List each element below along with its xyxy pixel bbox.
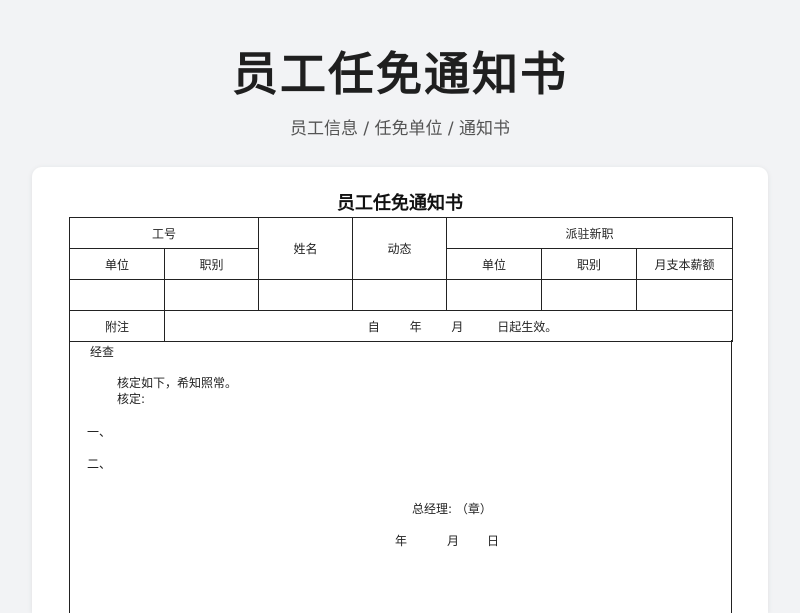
body-manager-seal: 总经理: （章） <box>412 502 492 516</box>
cell-salary[interactable] <box>636 279 734 311</box>
body-item2: 二、 <box>87 457 112 471</box>
document-title: 员工任免通知书 <box>337 193 463 214</box>
header-status: 动态 <box>352 217 448 280</box>
header-monthly-salary: 月支本薪额 <box>636 248 734 280</box>
header-employee-id: 工号 <box>68 217 260 249</box>
header-new-unit: 单位 <box>446 248 543 280</box>
cell-unit[interactable] <box>69 279 165 311</box>
body-line1: 核定如下，希知照常。 <box>117 376 238 390</box>
remark-label: 附注 <box>69 310 165 342</box>
header-name: 姓名 <box>258 217 354 280</box>
remark-from: 自 <box>367 319 380 334</box>
document-card: 员工任免通知书 工号 姓名 动态 派驻新职 单位 职别 单位 职别 月支本薪额 <box>32 167 768 613</box>
cell-status[interactable] <box>352 279 448 311</box>
cell-rank[interactable] <box>163 279 260 311</box>
body-date-day: 日 <box>487 534 500 548</box>
notice-body: 经查 核定如下，希知照常。 核定: 一、 二、 总经理: （章） 年 月 日 <box>69 340 732 613</box>
body-line2: 核定: <box>117 392 146 406</box>
header-unit: 单位 <box>69 248 165 280</box>
remark-year: 年 <box>409 319 422 334</box>
body-date-month: 月 <box>447 534 460 548</box>
cell-name[interactable] <box>258 279 354 311</box>
cell-new-rank[interactable] <box>541 279 638 311</box>
remark-month: 月 <box>451 319 464 334</box>
cell-new-unit[interactable] <box>446 279 543 311</box>
appointment-form-table: 工号 姓名 动态 派驻新职 单位 职别 单位 职别 月支本薪额 附注 自 年 月… <box>68 217 734 342</box>
remark-effective-date: 自 年 月 日起生效。 <box>163 310 734 342</box>
remark-day-effective: 日起生效。 <box>497 319 558 334</box>
body-item1: 一、 <box>87 425 112 439</box>
body-date-year: 年 <box>395 534 408 548</box>
header-new-post: 派驻新职 <box>446 217 734 249</box>
breadcrumb: 员工信息 / 任免单位 / 通知书 <box>289 119 511 139</box>
header-new-rank: 职别 <box>541 248 638 280</box>
page-title: 员工任免通知书 <box>232 47 568 101</box>
header-rank: 职别 <box>163 248 260 280</box>
body-jingcha: 经查 <box>90 345 115 359</box>
